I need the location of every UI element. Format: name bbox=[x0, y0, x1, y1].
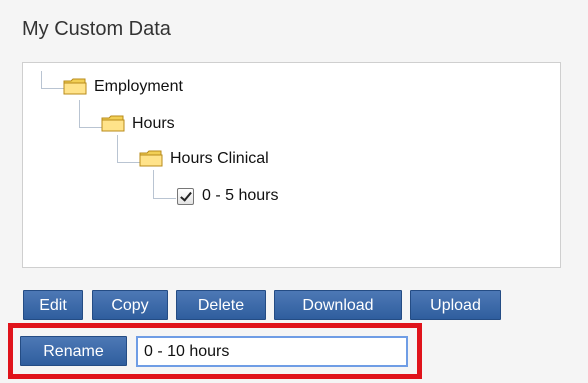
delete-button[interactable]: Delete bbox=[176, 290, 266, 320]
page-title: My Custom Data bbox=[22, 18, 171, 40]
rename-input[interactable] bbox=[136, 336, 408, 367]
tree-connector-employment bbox=[41, 71, 64, 89]
tree-view: Employment Hours Hours Clinical 0 - 5 ho… bbox=[22, 62, 561, 268]
copy-button[interactable]: Copy bbox=[92, 290, 168, 320]
download-button[interactable]: Download bbox=[274, 290, 402, 320]
tree-node-hours[interactable]: Hours bbox=[101, 114, 175, 133]
tree-node-label: Employment bbox=[94, 77, 183, 95]
tree-node-label: 0 - 5 hours bbox=[202, 187, 279, 204]
folder-icon bbox=[63, 78, 87, 95]
custom-data-panel: My Custom Data Employment Hours Hours Cl… bbox=[0, 0, 588, 383]
edit-button[interactable]: Edit bbox=[23, 290, 83, 320]
checkbox[interactable] bbox=[177, 187, 194, 205]
tree-node-label: Hours bbox=[132, 114, 175, 132]
tree-node-0-5-hours[interactable]: 0 - 5 hours bbox=[177, 187, 278, 205]
tree-connector-hours-item bbox=[153, 170, 176, 199]
tree-connector-hours bbox=[79, 100, 102, 128]
upload-button[interactable]: Upload bbox=[410, 290, 501, 320]
rename-button[interactable]: Rename bbox=[20, 336, 127, 366]
folder-icon bbox=[139, 150, 163, 167]
tree-node-label: Hours Clinical bbox=[170, 149, 269, 167]
folder-icon bbox=[101, 115, 125, 132]
tree-connector-hours-clinical bbox=[117, 135, 140, 163]
tree-node-hours-clinical[interactable]: Hours Clinical bbox=[139, 149, 269, 168]
tree-node-employment[interactable]: Employment bbox=[63, 77, 183, 96]
